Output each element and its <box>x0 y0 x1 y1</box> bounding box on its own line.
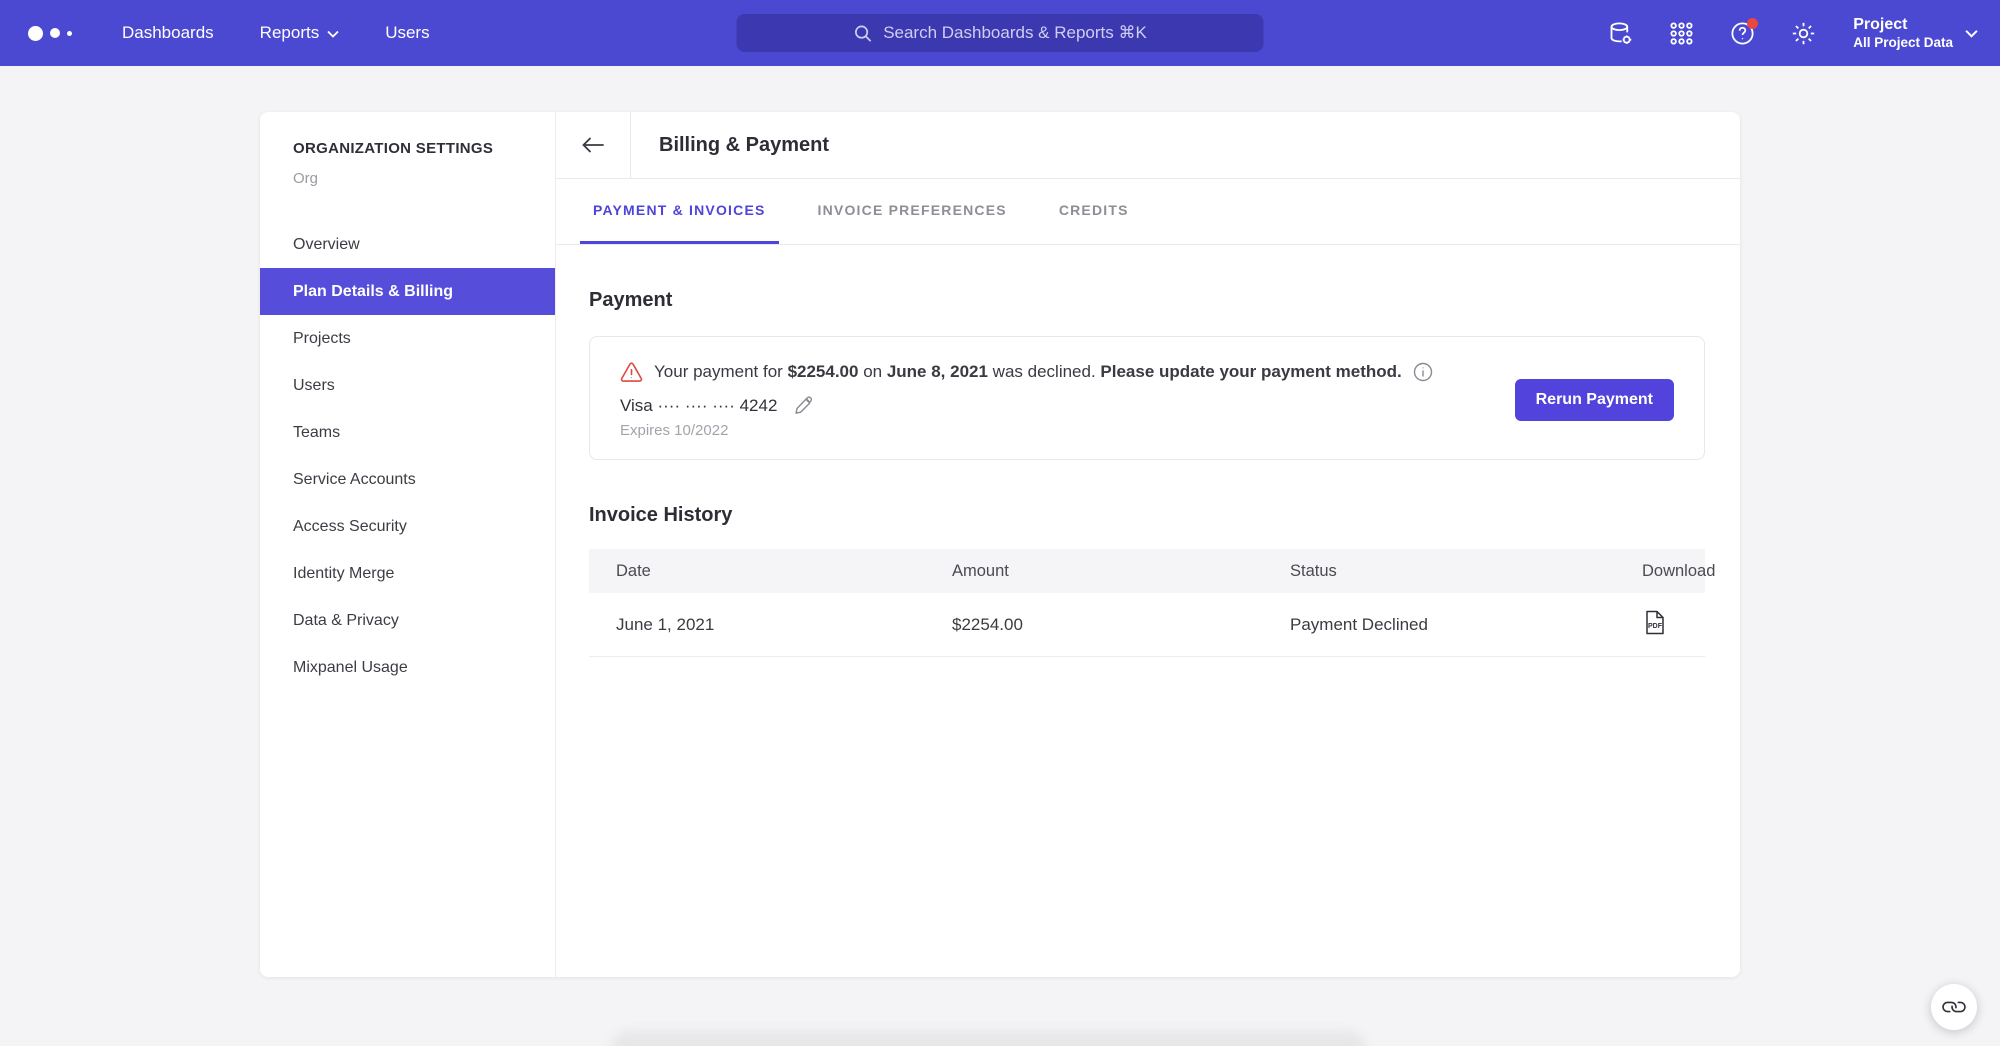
sidebar-item-identity-merge[interactable]: Identity Merge <box>260 550 555 597</box>
sidebar-item-projects[interactable]: Projects <box>260 315 555 362</box>
bottom-sheet-shadow <box>612 1031 1365 1046</box>
project-label: Project <box>1853 15 1953 35</box>
org-name: Org <box>260 170 555 187</box>
invoice-table-header: Date Amount Status Download <box>589 549 1705 593</box>
payment-card: Your payment for $2254.00 on June 8, 202… <box>589 336 1705 460</box>
apps-grid-icon[interactable] <box>1664 16 1698 50</box>
notification-dot <box>1747 18 1758 29</box>
card-on-file: Visa ···· ···· ···· 4242 <box>620 395 1433 416</box>
data-management-icon[interactable] <box>1603 16 1637 50</box>
column-header-status: Status <box>1290 562 1642 581</box>
link-icon <box>1938 991 1969 1022</box>
help-icon[interactable] <box>1725 16 1759 50</box>
column-header-amount: Amount <box>952 562 1290 581</box>
invoice-amount: $2254.00 <box>952 615 1290 635</box>
tab-bar: PAYMENT & INVOICES INVOICE PREFERENCES C… <box>556 179 1740 245</box>
top-nav: Dashboards Reports Users Search Dashboar… <box>0 0 2000 66</box>
sidebar-item-plan-details-billing[interactable]: Plan Details & Billing <box>260 268 555 315</box>
invoice-history-section: Invoice History Date Amount Status Downl… <box>589 504 1705 657</box>
invoice-status: Payment Declined <box>1290 615 1642 635</box>
nav-link-label: Users <box>385 23 429 43</box>
nav-link-reports[interactable]: Reports <box>260 23 340 43</box>
sidebar-section-title: ORGANIZATION SETTINGS <box>260 140 555 157</box>
card-number: Visa ···· ···· ···· 4242 <box>620 396 777 416</box>
project-value: All Project Data <box>1853 35 1953 52</box>
pdf-file-icon: PDF <box>1645 610 1665 635</box>
edit-card-button[interactable] <box>793 395 814 416</box>
nav-link-dashboards[interactable]: Dashboards <box>122 23 214 43</box>
chevron-down-icon <box>1965 29 1978 38</box>
info-icon[interactable] <box>1413 362 1433 382</box>
project-switcher[interactable]: Project All Project Data <box>1853 15 1978 52</box>
content-header: Billing & Payment <box>556 112 1740 179</box>
tab-payment-invoices[interactable]: PAYMENT & INVOICES <box>580 179 779 244</box>
back-button[interactable] <box>556 112 631 178</box>
sidebar-item-mixpanel-usage[interactable]: Mixpanel Usage <box>260 644 555 691</box>
invoice-history-heading: Invoice History <box>589 504 1705 527</box>
sidebar-item-data-privacy[interactable]: Data & Privacy <box>260 597 555 644</box>
org-settings-sidebar: ORGANIZATION SETTINGS Org Overview Plan … <box>260 112 556 977</box>
card-expiry: Expires 10/2022 <box>620 422 1433 439</box>
settings-gear-icon[interactable] <box>1786 16 1820 50</box>
sidebar-item-teams[interactable]: Teams <box>260 409 555 456</box>
chevron-down-icon <box>327 30 339 38</box>
copy-link-button[interactable] <box>1931 984 1977 1030</box>
svg-text:PDF: PDF <box>1648 623 1663 630</box>
payment-card-info: Your payment for $2254.00 on June 8, 202… <box>620 361 1433 439</box>
payment-declined-alert: Your payment for $2254.00 on June 8, 202… <box>620 361 1433 383</box>
sidebar-item-access-security[interactable]: Access Security <box>260 503 555 550</box>
nav-link-users[interactable]: Users <box>385 23 429 43</box>
invoice-date: June 1, 2021 <box>616 615 952 635</box>
payment-section-heading: Payment <box>589 289 1705 312</box>
invoice-row: June 1, 2021 $2254.00 Payment Declined P… <box>589 593 1705 657</box>
nav-link-label: Dashboards <box>122 23 214 43</box>
warning-icon <box>620 362 643 383</box>
tab-credits[interactable]: CREDITS <box>1046 179 1142 244</box>
sidebar-item-service-accounts[interactable]: Service Accounts <box>260 456 555 503</box>
nav-links: Dashboards Reports Users <box>122 23 430 43</box>
page-title: Billing & Payment <box>631 112 829 178</box>
tab-invoice-preferences[interactable]: INVOICE PREFERENCES <box>805 179 1020 244</box>
nav-right: Project All Project Data <box>1603 0 1978 66</box>
billing-content: Billing & Payment PAYMENT & INVOICES INV… <box>556 112 1740 977</box>
mixpanel-logo-icon[interactable] <box>28 26 94 41</box>
invoice-table: Date Amount Status Download June 1, 2021… <box>589 549 1705 657</box>
search-input[interactable]: Search Dashboards & Reports ⌘K <box>737 14 1264 52</box>
sidebar-list: Overview Plan Details & Billing Projects… <box>260 221 555 691</box>
nav-link-label: Reports <box>260 23 320 43</box>
column-header-download: Download <box>1642 562 1720 581</box>
search-icon <box>853 24 872 43</box>
rerun-payment-button[interactable]: Rerun Payment <box>1515 379 1674 421</box>
download-pdf-button[interactable]: PDF <box>1645 610 1665 635</box>
pencil-icon <box>793 395 814 416</box>
settings-panel: ORGANIZATION SETTINGS Org Overview Plan … <box>260 112 1740 977</box>
alert-text: Your payment for $2254.00 on June 8, 202… <box>654 361 1402 383</box>
column-header-date: Date <box>616 562 952 581</box>
sidebar-item-users[interactable]: Users <box>260 362 555 409</box>
content-body: Payment Your payment for $2254.00 on Jun… <box>556 245 1740 657</box>
back-arrow-icon <box>581 136 605 154</box>
search-placeholder: Search Dashboards & Reports ⌘K <box>883 23 1147 43</box>
sidebar-item-overview[interactable]: Overview <box>260 221 555 268</box>
